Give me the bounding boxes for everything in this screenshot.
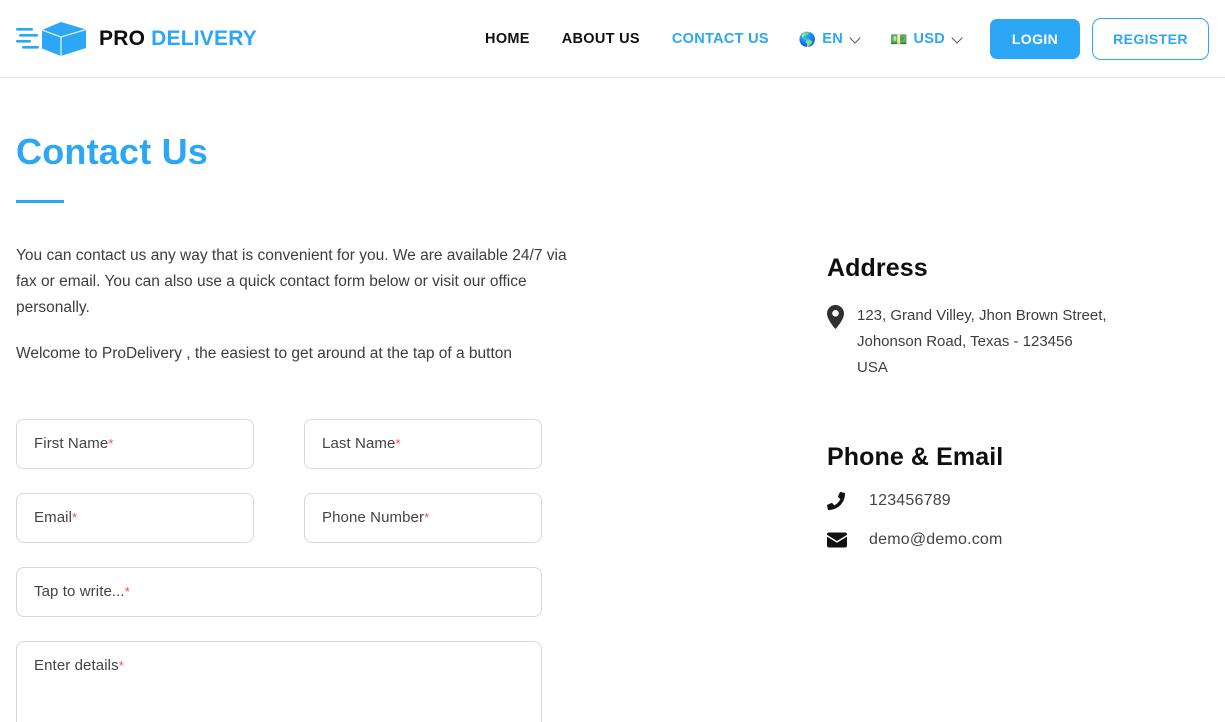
email-input[interactable]: Email * (16, 492, 254, 543)
address-line-3: USA (857, 358, 888, 376)
contact-form: First Name * Last Name * Email * Phone Numb… (16, 418, 576, 722)
first-name-input[interactable]: First Name * (16, 418, 254, 469)
logo-text-pro: PRO (99, 26, 146, 50)
main-navigation: HOME ABOUT US CONTACT US 🌎 EN 💵 USD LOGI… (469, 17, 1209, 60)
address-heading: Address (827, 253, 928, 282)
required-marker: * (72, 510, 78, 526)
logo[interactable]: PRO DELIVERY (16, 19, 257, 59)
register-button[interactable]: REGISTER (1092, 17, 1209, 60)
intro-paragraph-2: Welcome to ProDelivery , the easiest to … (16, 344, 512, 362)
delivery-box-icon (16, 19, 90, 59)
title-underline (16, 199, 64, 203)
last-name-input[interactable]: Last Name * (304, 418, 542, 469)
logo-text: PRO DELIVERY (99, 27, 257, 51)
required-marker: * (395, 436, 401, 452)
chevron-down-icon (953, 33, 964, 44)
nav-item-home[interactable]: HOME (469, 31, 546, 47)
globe-icon: 🌎 (798, 30, 817, 47)
email-address[interactable]: demo@demo.com (869, 531, 1003, 549)
form-row-name: First Name * Last Name * (16, 418, 576, 469)
details-textarea[interactable]: Enter details* (16, 640, 542, 722)
subject-placeholder: Tap to write... (34, 583, 125, 601)
logo-text-delivery: DELIVERY (151, 26, 257, 50)
address-line-1: 123, Grand Villey, Jhon Brown Street, (857, 306, 1107, 324)
form-row-subject: Tap to write... * (16, 566, 576, 617)
phone-number-placeholder: Phone Number (322, 509, 425, 527)
language-label: EN (822, 30, 844, 47)
page-title: Contact Us (16, 131, 209, 172)
first-name-placeholder: First Name (34, 435, 109, 453)
address-text: 123, Grand Villey, Jhon Brown Street, Jo… (857, 303, 1107, 381)
required-marker: * (108, 436, 114, 452)
column-spacer (576, 243, 827, 722)
page-content: Contact Us You can contact us any way th… (0, 78, 1225, 722)
required-marker: * (118, 657, 124, 673)
envelope-icon (827, 532, 869, 548)
site-header: PRO DELIVERY HOME ABOUT US CONTACT US 🌎 … (0, 0, 1225, 78)
required-marker: * (124, 584, 130, 600)
currency-label: USD (913, 30, 945, 47)
nav-item-about-us[interactable]: ABOUT US (546, 31, 656, 47)
phone-row[interactable]: 123456789 (827, 492, 1209, 510)
nav-item-contact-us[interactable]: CONTACT US (656, 31, 785, 47)
map-pin-icon (827, 303, 857, 329)
address-block: 123, Grand Villey, Jhon Brown Street, Jo… (827, 303, 1209, 381)
phone-email-heading: Phone & Email (827, 442, 1004, 471)
contact-info-column: Address 123, Grand Villey, Jhon Brown St… (827, 243, 1209, 722)
content-columns: You can contact us any way that is conve… (16, 243, 1209, 722)
login-button[interactable]: LOGIN (990, 18, 1080, 59)
chevron-down-icon (851, 33, 862, 44)
form-row-contact: Email * Phone Number * (16, 492, 576, 543)
language-selector[interactable]: 🌎 EN (785, 31, 876, 47)
phone-number-input[interactable]: Phone Number * (304, 492, 542, 543)
phone-number[interactable]: 123456789 (869, 492, 951, 510)
form-row-details: Enter details* (16, 640, 576, 722)
currency-selector[interactable]: 💵 USD (876, 31, 978, 47)
intro-paragraph-1: You can contact us any way that is conve… (16, 246, 567, 316)
required-marker: * (424, 510, 430, 526)
details-placeholder: Enter details (34, 656, 119, 674)
email-row[interactable]: demo@demo.com (827, 531, 1209, 549)
address-line-2: Johonson Road, Texas - 123456 (857, 332, 1073, 350)
banknote-icon: 💵 (890, 30, 908, 47)
contact-form-column: You can contact us any way that is conve… (16, 243, 576, 722)
subject-input[interactable]: Tap to write... * (16, 566, 542, 617)
last-name-placeholder: Last Name (322, 435, 396, 453)
phone-icon (827, 491, 869, 510)
email-placeholder: Email (34, 509, 73, 527)
